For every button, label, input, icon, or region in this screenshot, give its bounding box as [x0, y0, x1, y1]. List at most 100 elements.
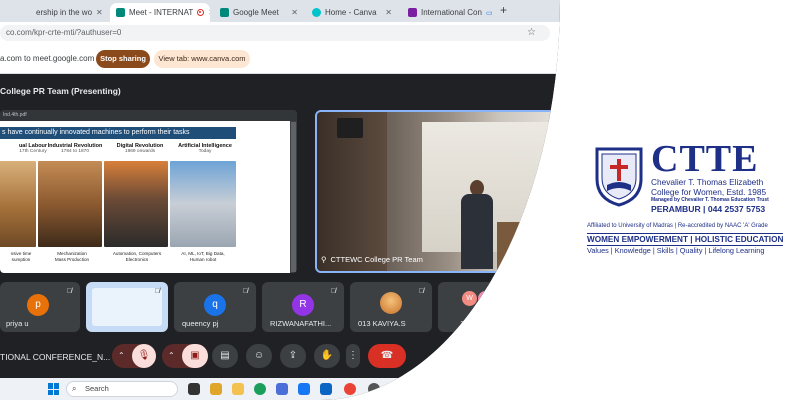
slide-heading: s have continually innovated machines to… [0, 127, 236, 139]
present-button[interactable]: ⇪ [280, 344, 306, 368]
close-icon[interactable]: ✕ [291, 8, 298, 17]
participant-tile[interactable]: R 🎙̸ RIZWANAFATHI... [262, 282, 344, 332]
avatar: q [204, 294, 226, 316]
pin-icon[interactable]: ⚲ [321, 255, 327, 264]
view-tab-button[interactable]: View tab: www.canva.com [154, 50, 250, 68]
others-tile[interactable]: W S 17 others [438, 282, 518, 332]
close-icon[interactable]: ✕ [208, 8, 210, 17]
close-icon[interactable]: ✕ [96, 8, 103, 17]
bookmark-star-icon[interactable]: ☆ [527, 25, 536, 41]
emoji-icon: ☺ [253, 350, 265, 361]
camera-label: ⚲ CTTEWC College PR Team [321, 255, 423, 264]
url-field[interactable]: co.com/kpr-crte-mti/?authuser=0 ☆ [0, 25, 550, 41]
region-code: IN [496, 388, 502, 394]
avatar [380, 292, 402, 314]
mic-off-icon: 🎙̸ [418, 288, 424, 295]
store-icon[interactable] [276, 383, 288, 395]
pdf-scrollbar[interactable] [291, 122, 296, 272]
taskbar-search[interactable]: ⌕ Search [66, 381, 178, 397]
captions-button[interactable]: ▤ [212, 344, 238, 368]
widgets-icon[interactable] [210, 383, 222, 395]
slide-page: s have continually innovated machines to… [0, 121, 290, 273]
presentation-tile[interactable]: Ind.4th.pdf s have continually innovated… [0, 110, 297, 273]
edge-icon[interactable] [254, 383, 266, 395]
chrome-icon[interactable] [344, 383, 356, 395]
app-icon[interactable] [368, 383, 380, 395]
language-code: ENG [496, 381, 510, 387]
tab-strip: ership in the wo ✕ Meet - INTERNAT ✕ Goo… [0, 0, 560, 22]
file-explorer-icon[interactable] [232, 383, 244, 395]
mic-off-icon: 🎙̸ [154, 288, 160, 295]
meet-favicon-icon [220, 8, 229, 17]
search-icon: ⌕ [72, 384, 77, 393]
app-tray-icon[interactable]: ✈ [456, 382, 463, 391]
camera-tile[interactable]: ⚲ CTTEWC College PR Team [315, 110, 560, 273]
screen-share-icon: ▭ [485, 9, 493, 17]
era-ai: Artificial Intelligence Today [172, 143, 238, 154]
tab-label: Meet - INTERNAT [129, 8, 194, 17]
conference-favicon-icon [408, 8, 417, 17]
camera-label-text: CTTEWC College PR Team [330, 255, 423, 264]
screenshot-region: ership in the wo ✕ Meet - INTERNAT ✕ Goo… [0, 0, 560, 400]
windows-start-icon[interactable] [48, 383, 60, 395]
speaker-body [461, 194, 493, 269]
app-icon[interactable] [392, 383, 404, 395]
participant-tile[interactable]: 🎙̸ 013 KAVIYA.S [350, 282, 432, 332]
taskview-icon[interactable] [188, 383, 200, 395]
new-tab-button[interactable]: + [500, 3, 507, 17]
avatar: W [462, 291, 477, 306]
tray-icon[interactable]: ▭ [474, 382, 482, 391]
mic-toggle-button[interactable]: ⌃ 🎙 [112, 344, 156, 368]
controls-bar: TIONAL CONFERENCE_N... ⌃ 🎙 ⌃ ▣ ▤ ☺ ⇪ ✋ ⋮… [0, 340, 560, 374]
stop-sharing-button[interactable]: Stop sharing [96, 50, 150, 68]
affiliation: Affiliated to University of Madras | Re-… [587, 223, 768, 229]
camera-off-icon: ▣ [182, 344, 208, 368]
others-count: 17 others [460, 319, 492, 328]
close-icon[interactable]: ✕ [385, 8, 392, 17]
tab-label: International Con [421, 8, 482, 17]
tab-label: Home - Canva [325, 8, 377, 17]
values-line: Values | Knowledge | Skills | Quality | … [587, 246, 765, 255]
managed-by: Managed by Chevalier T. Thomas Education… [651, 197, 769, 203]
meet-favicon-icon [116, 8, 125, 17]
sharing-text: a.com to meet.google.com [0, 54, 95, 63]
participant-name: queency pj [182, 319, 219, 328]
participant-tile[interactable]: CTTEW [524, 282, 560, 332]
emoji-button[interactable]: ☺ [246, 344, 272, 368]
tab-google-meet[interactable]: Google Meet ✕ [214, 3, 304, 22]
chevron-up-icon[interactable]: ⌃ [440, 383, 447, 392]
pdf-filename: Ind.4th.pdf [3, 112, 27, 118]
meet-stage: College PR Team (Presenting) Ind.4th.pdf… [0, 74, 560, 378]
windows-taskbar: ⌕ Search ⌃ ✈ ▭ ENG IN [0, 378, 560, 400]
era-caption: Mechanization Mass Production [54, 251, 90, 262]
tab-canva[interactable]: Home - Canva ✕ [306, 3, 398, 22]
app-icon[interactable] [320, 383, 332, 395]
era-industrial: Industrial Revolution 1784 to 1870 [42, 143, 108, 154]
more-options-button[interactable]: ⋮ [346, 344, 360, 368]
raise-hand-button[interactable]: ✋ [314, 344, 340, 368]
era-years: Today [198, 149, 212, 154]
app-icon[interactable] [298, 383, 310, 395]
tab-meet-active[interactable]: Meet - INTERNAT ✕ [110, 3, 210, 22]
participant-tile[interactable]: q 🎙̸ queency pj [174, 282, 256, 332]
era-digital: Digital Revolution 1969 onwards [107, 143, 173, 154]
address-bar: co.com/kpr-crte-mti/?authuser=0 ☆ [0, 22, 560, 44]
search-placeholder: Search [85, 384, 109, 393]
computer-image [104, 161, 168, 247]
leave-call-button[interactable]: ☎ [368, 344, 406, 368]
era-caption: Automation, Computers Electronics [112, 251, 162, 262]
hand-icon: ✋ [320, 350, 334, 361]
participant-tile[interactable]: p 🎙̸ priya u [0, 282, 80, 332]
avatar: R [292, 294, 314, 316]
meeting-name: TIONAL CONFERENCE_N... [0, 352, 111, 362]
sharing-banner: a.com to meet.google.com Stop sharing Vi… [0, 44, 560, 74]
tab-international-conference[interactable]: International Con ▭ ✕ [402, 3, 494, 22]
tab-leadership[interactable]: ership in the wo ✕ [30, 3, 104, 22]
mic-off-icon: 🎙̸ [242, 288, 248, 295]
more-vertical-icon: ⋮ [348, 350, 358, 361]
camera-toggle-button[interactable]: ⌃ ▣ [162, 344, 208, 368]
avatar [552, 294, 560, 316]
language-indicator[interactable]: ENG IN [496, 381, 509, 395]
participant-tile-video[interactable]: 🎙̸ [86, 282, 168, 332]
podium [497, 222, 533, 271]
